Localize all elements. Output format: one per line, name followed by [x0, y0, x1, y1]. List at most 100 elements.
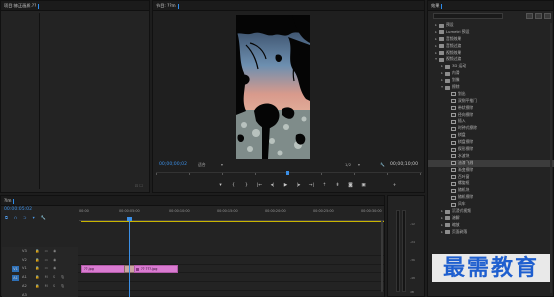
quality-dropdown-chevron-icon[interactable]: ▾: [358, 162, 360, 167]
effects-label: 音频过渡: [446, 42, 462, 48]
linked-selection-icon[interactable]: ⊃: [23, 215, 27, 221]
export-frame-camera-icon[interactable]: ◙: [347, 182, 354, 190]
panel-divider[interactable]: [39, 13, 40, 189]
snap-magnet-icon[interactable]: ∩: [14, 215, 17, 221]
compare-button[interactable]: ▣: [360, 182, 367, 190]
collapsed-chevron-icon[interactable]: ▸: [440, 70, 444, 77]
effects-item[interactable]: 时钟式擦除: [428, 125, 554, 132]
track-target-a1[interactable]: A1: [12, 274, 19, 281]
collapsed-chevron-icon[interactable]: ▸: [440, 229, 444, 236]
program-monitor-tab[interactable]: 节目: ??m: [153, 1, 424, 11]
effects-folder[interactable]: ▾ 视频过渡: [428, 56, 554, 63]
quality-dropdown[interactable]: 1/2: [345, 162, 351, 167]
mark-out-button[interactable]: }: [243, 182, 250, 190]
collapsed-chevron-icon[interactable]: ▸: [440, 215, 444, 222]
timeline-tab[interactable]: ?lm: [1, 196, 384, 206]
wrench-settings-icon[interactable]: 🔧: [41, 215, 46, 221]
track-lock-visibility-icons[interactable]: 🔒 ▭ ◉: [35, 249, 58, 253]
yuv-effects-icon[interactable]: [544, 13, 551, 19]
32bit-effects-icon[interactable]: [535, 13, 542, 19]
track-mute-solo-icons[interactable]: 🔒 M S 🎙: [35, 275, 67, 279]
effects-folder[interactable]: ▸ Lumetri 预设: [428, 29, 554, 36]
effects-folder[interactable]: ▸ 音频效果: [428, 36, 554, 43]
mark-in-button[interactable]: {: [230, 182, 237, 190]
program-playhead[interactable]: [286, 171, 289, 175]
add-marker-button[interactable]: ▾: [217, 182, 224, 190]
panel-menu-icon[interactable]: ⊡ ☐: [135, 183, 143, 188]
effects-item[interactable]: 双侧平推门: [428, 98, 554, 105]
step-forward-button[interactable]: |▸: [295, 182, 302, 190]
effects-folder[interactable]: ▸ 预设: [428, 22, 554, 29]
effects-folder[interactable]: ▸ 溶解: [428, 215, 554, 222]
expanded-chevron-icon[interactable]: ▾: [440, 84, 444, 91]
effects-item[interactable]: 百叶窗: [428, 174, 554, 181]
collapsed-chevron-icon[interactable]: ▸: [434, 29, 438, 36]
timeline-current-timecode[interactable]: 00:00:05:02: [4, 207, 32, 212]
effects-search-input[interactable]: [433, 13, 503, 19]
timeline-playhead[interactable]: [127, 217, 132, 297]
work-area-bar[interactable]: [81, 221, 384, 222]
effects-folder[interactable]: ▸ 音频过渡: [428, 43, 554, 50]
effects-item[interactable]: 风车: [428, 201, 554, 208]
accelerated-effects-icon[interactable]: [526, 13, 533, 19]
collapsed-chevron-icon[interactable]: ▸: [434, 22, 438, 29]
timeline-clip[interactable]: ?? ???.jpg: [134, 264, 178, 273]
effects-item[interactable]: 划出: [428, 91, 554, 98]
track-mute-solo-icons[interactable]: 🔒 M S 🎙: [35, 284, 67, 288]
collapsed-chevron-icon[interactable]: ▸: [440, 77, 444, 84]
play-button[interactable]: ▶: [282, 182, 289, 190]
track-lock-visibility-icons[interactable]: 🔒 ▭ ◉: [35, 266, 58, 270]
expanded-chevron-icon[interactable]: ▾: [434, 56, 438, 63]
timeline-scrollbar[interactable]: [381, 220, 383, 292]
track-lock-visibility-icons[interactable]: 🔒 ▭ ◉: [35, 258, 58, 262]
effects-folder[interactable]: ▸ 3D 运动: [428, 63, 554, 70]
nest-sequence-icon[interactable]: ⧉: [5, 215, 8, 221]
wrench-icon[interactable]: 🔧: [380, 162, 385, 167]
timeline-ruler[interactable]: 00:00 00:00:05:00 00:00:10:00 00:00:15:0…: [79, 208, 384, 222]
fit-dropdown[interactable]: 适合: [198, 162, 206, 168]
effects-folder[interactable]: ▸ 视频效果: [428, 50, 554, 57]
effects-item[interactable]: 径向擦除: [428, 112, 554, 119]
track-target-v1[interactable]: V1: [12, 265, 19, 272]
program-scrub-bar[interactable]: [156, 172, 422, 178]
effects-folder[interactable]: ▸ 划像: [428, 77, 554, 84]
timeline-clip[interactable]: ??.jpg: [81, 264, 128, 273]
collapsed-chevron-icon[interactable]: ▸: [440, 63, 444, 70]
effects-item[interactable]: 螺旋框: [428, 180, 554, 187]
effects-folder[interactable]: ▾ 擦除: [428, 84, 554, 91]
step-back-button[interactable]: ◂|: [269, 182, 276, 190]
collapsed-chevron-icon[interactable]: ▸: [440, 222, 444, 229]
effects-folder[interactable]: ▸ 缩放: [428, 222, 554, 229]
effects-folder[interactable]: ▸ 页面剥落: [428, 229, 554, 236]
effects-item[interactable]: 棋盘: [428, 132, 554, 139]
effects-item[interactable]: 随机块: [428, 187, 554, 194]
program-current-timecode[interactable]: 00;00;00;02: [159, 162, 187, 167]
collapsed-chevron-icon[interactable]: ▸: [434, 36, 438, 43]
go-to-out-button[interactable]: →|: [308, 182, 315, 190]
effects-item[interactable]: 油漆飞溅: [428, 159, 554, 167]
effects-item[interactable]: 带状擦除: [428, 105, 554, 112]
source-panel-tab[interactable]: 项目:修正画质.??: [1, 1, 149, 11]
effects-item[interactable]: 插入: [428, 118, 554, 125]
effects-folder[interactable]: ▸ 内滑: [428, 70, 554, 77]
effects-item[interactable]: 楔形擦除: [428, 146, 554, 153]
fit-dropdown-chevron-icon[interactable]: ▾: [221, 162, 223, 167]
effects-item[interactable]: 随机擦除: [428, 194, 554, 201]
effects-panel-tab[interactable]: 效果: [428, 1, 553, 11]
add-marker-icon[interactable]: ▾: [33, 215, 35, 221]
ruler-label: 00:00: [79, 209, 89, 213]
collapsed-chevron-icon[interactable]: ▸: [440, 208, 444, 215]
transition-icon: [451, 195, 456, 200]
effects-item[interactable]: 水波块: [428, 153, 554, 160]
ruler-label: 00:00:25:00: [313, 209, 334, 213]
lift-button[interactable]: ⇡: [321, 182, 328, 190]
effects-folder[interactable]: ▸ 沉浸式视频: [428, 208, 554, 215]
collapsed-chevron-icon[interactable]: ▸: [434, 43, 438, 50]
go-to-in-button[interactable]: |←: [256, 182, 263, 190]
effects-scrollbar[interactable]: [550, 23, 552, 293]
collapsed-chevron-icon[interactable]: ▸: [434, 50, 438, 57]
add-button-plus-icon[interactable]: +: [391, 182, 398, 190]
effects-item[interactable]: 渐变擦除: [428, 167, 554, 174]
extract-button[interactable]: ⇞: [334, 182, 341, 190]
effects-item[interactable]: 棋盘擦除: [428, 139, 554, 146]
